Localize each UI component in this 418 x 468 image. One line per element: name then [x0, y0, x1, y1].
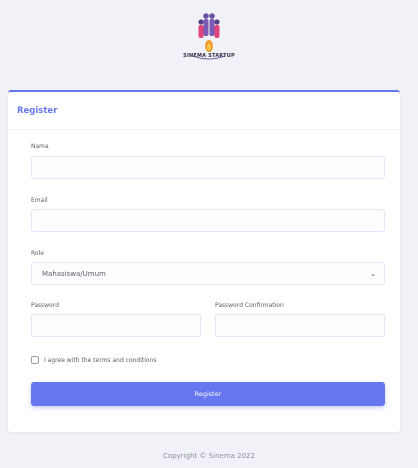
terms-checkbox[interactable] [31, 356, 39, 364]
footer-copyright: Copyright © Sinema 2022 [163, 452, 255, 460]
name-label: Nama [31, 143, 49, 150]
role-select[interactable]: Mahasiswa/Umum ⌄ [31, 262, 385, 285]
chevron-down-icon: ⌄ [370, 269, 376, 278]
email-label: Email [31, 197, 48, 204]
card-header: Register [8, 92, 400, 130]
password-input[interactable] [31, 314, 201, 337]
card-title: Register [17, 105, 58, 116]
brand-logo: SINEMA STARTUP [179, 6, 239, 70]
name-input[interactable] [31, 156, 385, 179]
role-label: Role [31, 250, 44, 257]
role-select-value: Mahasiswa/Umum [42, 269, 106, 278]
logo-text: SINEMA STARTUP [183, 53, 235, 59]
password-confirmation-input[interactable] [215, 314, 385, 337]
rocket-people-logo-icon [192, 13, 226, 60]
register-card: Register Nama Email Role Mahasiswa/Umum … [8, 90, 400, 432]
terms-label[interactable]: I agree with the terms and conditions [44, 357, 157, 364]
email-input[interactable] [31, 209, 385, 232]
password-confirmation-label: Password Confirmation [215, 302, 284, 309]
register-button[interactable]: Register [31, 382, 385, 406]
terms-row: I agree with the terms and conditions [31, 356, 157, 364]
password-label: Password [31, 302, 60, 309]
header-logo-area: SINEMA STARTUP [0, 0, 418, 78]
